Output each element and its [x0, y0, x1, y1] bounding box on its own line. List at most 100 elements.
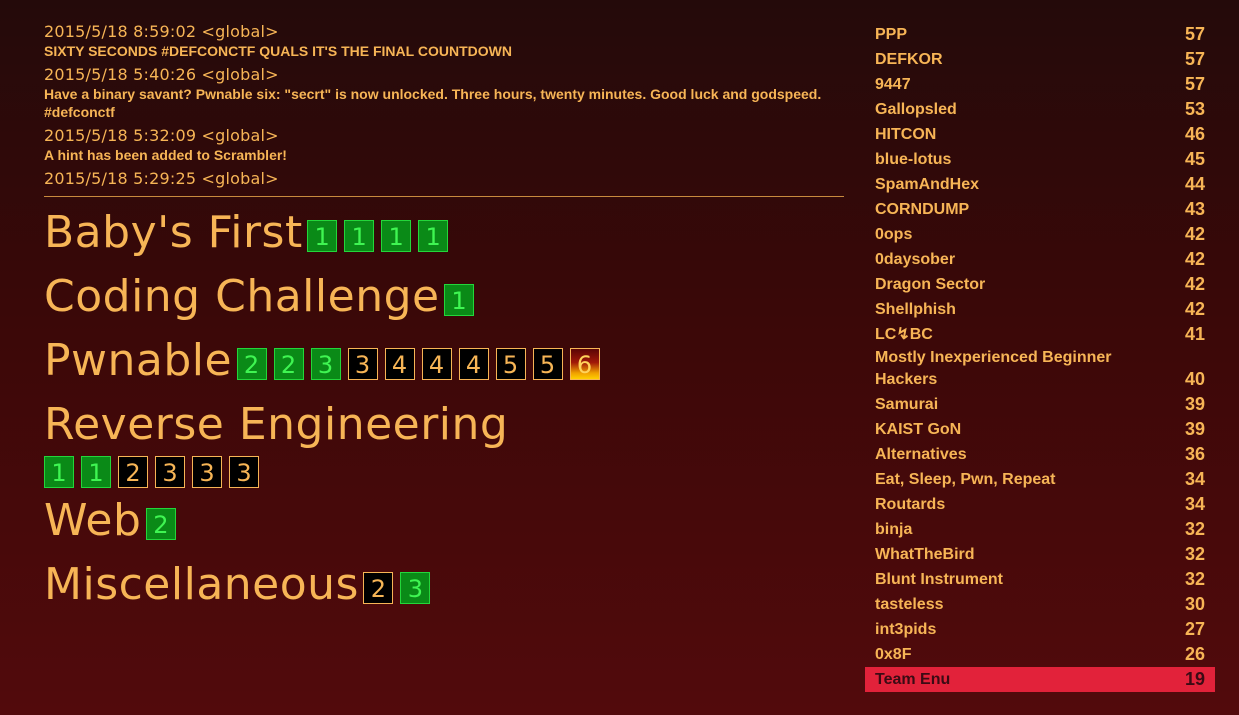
challenge-solved-box[interactable]: 1: [444, 284, 475, 316]
challenge-panel: 2015/5/18 8:59:02 <global> SIXTY SECONDS …: [44, 22, 844, 621]
challenge-solved-box[interactable]: 2: [236, 348, 267, 380]
team-name: SpamAndHex: [875, 176, 980, 193]
team-name: LC↯BC: [875, 326, 933, 343]
scoreboard-row: WhatTheBird 32: [865, 542, 1215, 567]
scoreboard-row: binja 32: [865, 517, 1215, 542]
scoreboard-row: DEFKOR 57: [865, 47, 1215, 72]
challenge-solved-box[interactable]: 1: [44, 456, 74, 488]
challenge-solved-box[interactable]: 1: [307, 220, 338, 252]
challenge-solved-box[interactable]: 3: [310, 348, 341, 380]
challenge-open-box[interactable]: 3: [347, 348, 378, 380]
scoreboard-row: blue-lotus 45: [865, 147, 1215, 172]
challenge-solved-box[interactable]: 1: [381, 220, 412, 252]
team-name: DEFKOR: [875, 51, 943, 68]
news-item: 2015/5/18 5:40:26 <global> Have a binary …: [44, 65, 844, 121]
news-item: 2015/5/18 5:29:25 <global>: [44, 169, 844, 189]
team-name: Eat, Sleep, Pwn, Repeat: [875, 471, 1056, 488]
team-name: CORNDUMP: [875, 201, 970, 218]
challenge-solved-box[interactable]: 1: [344, 220, 375, 252]
challenge-hot-box[interactable]: 6: [569, 348, 600, 380]
scoreboard-row: HITCON 46: [865, 122, 1215, 147]
challenge-open-box[interactable]: 3: [192, 456, 222, 488]
team-name: WhatTheBird: [875, 546, 975, 563]
team-name: Samurai: [875, 396, 939, 413]
team-name: binja: [875, 521, 913, 538]
category-row: Miscellaneous 23: [44, 557, 844, 613]
news-feed: 2015/5/18 8:59:02 <global> SIXTY SECONDS …: [44, 22, 844, 197]
news-message: SIXTY SECONDS #DEFCONCTF QUALS IT'S THE …: [44, 43, 512, 59]
team-score: 53: [1184, 99, 1205, 119]
team-name: PPP: [875, 26, 908, 43]
challenge-open-box[interactable]: 5: [532, 348, 563, 380]
challenge-open-box[interactable]: 5: [495, 348, 526, 380]
category-row: Web 2: [44, 493, 844, 549]
team-score: 34: [1184, 469, 1205, 489]
team-name: HITCON: [875, 126, 937, 143]
team-score: 44: [1184, 174, 1205, 194]
news-message: Have a binary savant? Pwnable six: "secr…: [44, 86, 822, 120]
team-score: 42: [1184, 299, 1205, 319]
scoreboard-row: SpamAndHex 44: [865, 172, 1215, 197]
team-score: 32: [1184, 544, 1205, 564]
team-score: 41: [1184, 324, 1205, 344]
team-name: blue-lotus: [875, 151, 952, 168]
news-timestamp: 2015/5/18 5:29:25 <global>: [44, 169, 279, 188]
scoreboard-row: 0x8F 26: [865, 642, 1215, 667]
news-timestamp: 2015/5/18 5:32:09 <global>: [44, 126, 279, 145]
challenge-open-box[interactable]: 2: [118, 456, 148, 488]
challenge-solved-box[interactable]: 2: [273, 348, 304, 380]
challenge-open-box[interactable]: 3: [229, 456, 259, 488]
category-list: Baby's First 1 1 1 1 Coding Challenge 1 Pwnab…: [44, 205, 844, 613]
scoreboard-row: 0daysober 42: [865, 247, 1215, 272]
scoreboard-row-own-team: Team Enu 19: [865, 667, 1215, 692]
team-name: 9447: [875, 76, 911, 93]
scoreboard-row: int3pids 27: [865, 617, 1215, 642]
category-row: Coding Challenge 1: [44, 269, 844, 325]
team-score: 32: [1184, 519, 1205, 539]
news-message: A hint has been added to Scrambler!: [44, 147, 287, 163]
challenge-open-box[interactable]: 3: [155, 456, 185, 488]
challenge-open-box[interactable]: 2: [363, 572, 394, 604]
team-score: 42: [1184, 274, 1205, 294]
team-score: 42: [1184, 224, 1205, 244]
challenge-open-box[interactable]: 4: [421, 348, 452, 380]
scoreboard-row: Routards 34: [865, 492, 1215, 517]
team-score: 39: [1184, 419, 1205, 439]
team-score: 57: [1184, 49, 1205, 69]
challenge-solved-box[interactable]: 2: [145, 508, 176, 540]
team-score: 42: [1184, 249, 1205, 269]
scoreboard-row: CORNDUMP 43: [865, 197, 1215, 222]
scoreboard-row: Gallopsled 53: [865, 97, 1215, 122]
challenge-open-box[interactable]: 4: [458, 348, 489, 380]
scoreboard-row: 0ops 42: [865, 222, 1215, 247]
team-score: 57: [1184, 74, 1205, 94]
scoreboard-row: KAIST GoN 39: [865, 417, 1215, 442]
team-name: Gallopsled: [875, 101, 957, 118]
news-timestamp: 2015/5/18 8:59:02 <global>: [44, 22, 279, 41]
team-score: 39: [1184, 394, 1205, 414]
scoreboard-row: Shellphish 42: [865, 297, 1215, 322]
team-score: 40: [1184, 369, 1205, 389]
challenge-open-box[interactable]: 4: [384, 348, 415, 380]
challenge-solved-box[interactable]: 1: [81, 456, 111, 488]
category-title: Baby's First: [44, 207, 303, 258]
team-name: Routards: [875, 496, 946, 513]
scoreboard-row: Mostly Inexperienced Beginner Hackers 40: [865, 347, 1215, 392]
news-item: 2015/5/18 8:59:02 <global> SIXTY SECONDS …: [44, 22, 844, 60]
team-name: Dragon Sector: [875, 276, 986, 293]
category-row: Pwnable 2233444556: [44, 333, 844, 389]
team-name: 0x8F: [875, 646, 912, 663]
scoreboard-row: tasteless 30: [865, 592, 1215, 617]
scoreboard-row: Samurai 39: [865, 392, 1215, 417]
challenge-solved-box[interactable]: 3: [400, 572, 431, 604]
team-score: 30: [1184, 594, 1205, 614]
challenge-solved-box[interactable]: 1: [418, 220, 449, 252]
team-name: Team Enu: [875, 671, 951, 688]
team-name: int3pids: [875, 621, 937, 638]
team-name: Shellphish: [875, 301, 956, 318]
category-title: Miscellaneous: [44, 559, 359, 610]
team-score: 36: [1184, 444, 1205, 464]
news-timestamp: 2015/5/18 5:40:26 <global>: [44, 65, 279, 84]
team-score: 32: [1184, 569, 1205, 589]
news-item: 2015/5/18 5:32:09 <global> A hint has bee…: [44, 126, 844, 164]
